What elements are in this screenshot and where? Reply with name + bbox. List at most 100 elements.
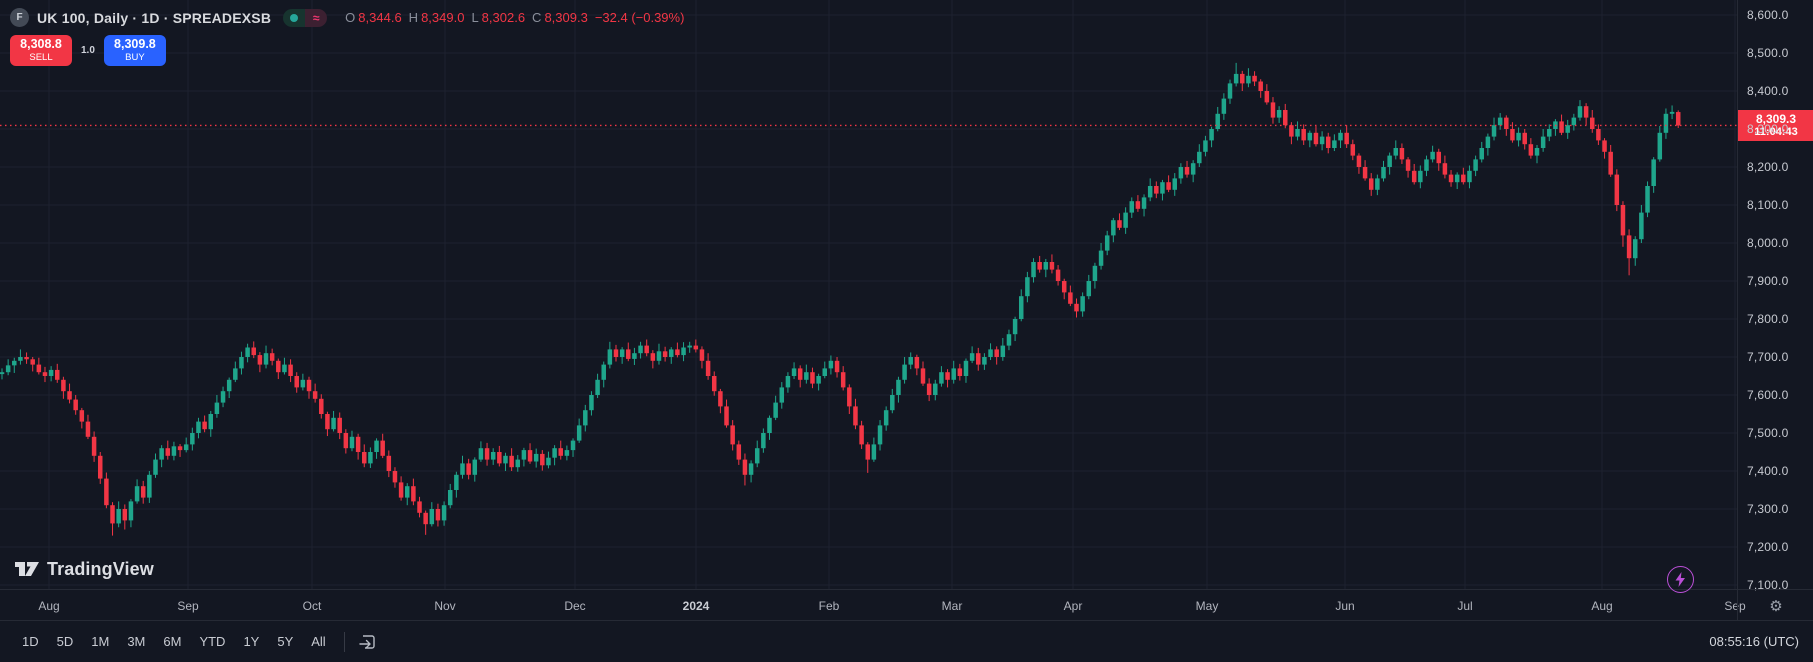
candle-body [1486,137,1491,148]
price-tick-label: 7,200.0 [1747,540,1788,554]
candle-body [18,357,23,361]
candle-body [558,448,563,456]
candle-body [380,441,385,456]
candle-body [313,391,318,399]
candle-body [356,437,361,452]
open-key: O [345,10,355,25]
candle-body [724,406,729,425]
range-button-1d[interactable]: 1D [14,630,47,653]
candle-body [1627,235,1632,258]
chart-pane[interactable] [0,0,1737,589]
candle-body [466,463,471,474]
candle-body [589,395,594,410]
candle-body [890,395,895,410]
candle-body [1461,175,1466,183]
market-status-pill[interactable]: ≈ [283,9,327,27]
spread-value: 1.0 [81,45,95,56]
candle-body [1664,114,1669,133]
candle-body [1044,262,1049,270]
candle-body [374,441,379,452]
candle-body [1166,182,1171,190]
price-tick-label: 8,200.0 [1747,160,1788,174]
candle-body [798,368,803,379]
candle-body [1093,266,1098,281]
candle-body [509,456,514,467]
candle-body [743,460,748,475]
go-to-date-button[interactable] [357,632,377,652]
sell-button[interactable]: 8,308.8 SELL [10,35,72,66]
candle-body [1676,112,1681,125]
candle-body [823,368,828,376]
range-button-all[interactable]: All [303,630,333,653]
candle-body [123,509,128,520]
candle-body [442,505,447,520]
candle-body [104,479,109,506]
candle-body [767,418,772,433]
candle-body [773,403,778,418]
candle-body [1283,110,1288,125]
candle-body [878,425,883,444]
candle-body [528,450,533,461]
range-button-3m[interactable]: 3M [119,630,153,653]
candle-body [307,380,312,391]
candle-body [1535,148,1540,156]
time-axis-corner[interactable]: ⚙ [1737,589,1813,621]
candle-body [110,505,115,523]
candle-body [1215,114,1220,129]
candle-body [927,384,932,395]
candle-body [227,380,232,391]
symbol-logo: F [10,8,29,27]
candle-body [1351,144,1356,155]
candle-body [1510,129,1515,140]
candle-body [1381,167,1386,178]
candle-body [1443,163,1448,174]
candle-body [835,361,840,372]
candle-body [1498,118,1503,126]
candle-body [1633,239,1638,258]
candle-body [872,444,877,459]
delayed-data-icon: ≈ [305,9,327,27]
candle-body [571,441,576,451]
low-key: L [471,10,478,25]
tradingview-mark-icon [14,557,40,581]
range-button-1y[interactable]: 1Y [235,630,267,653]
candle-body [958,368,963,376]
price-axis[interactable]: 8,309.3 11:04:43 8,600.08,500.08,400.08,… [1737,0,1813,589]
candle-body [847,387,852,406]
candle-body [1504,118,1509,129]
candle-body [1068,292,1073,303]
candle-body [147,475,152,498]
candle-body [1080,296,1085,311]
buy-button[interactable]: 8,309.8 BUY [104,35,166,66]
candle-body [473,460,478,475]
candle-body [1400,148,1405,159]
candle-body [1037,262,1042,270]
range-button-6m[interactable]: 6M [155,630,189,653]
candle-body [1105,235,1110,250]
clock-timezone[interactable]: 08:55:16 (UTC) [1709,634,1799,649]
buy-price: 8,309.8 [114,38,156,51]
range-button-5y[interactable]: 5Y [269,630,301,653]
change-value: −32.4 (−0.39%) [595,10,685,25]
candle-body [73,400,78,411]
price-tick-label: 8,300.0 [1747,122,1788,136]
candle-body [730,425,735,444]
range-button-5d[interactable]: 5D [49,630,82,653]
tradingview-logo[interactable]: TradingView [14,557,154,581]
symbol-title[interactable]: UK 100, Daily · 1D · SPREADEXSB [37,10,271,26]
ohlc-readout: O8,344.6 H8,349.0 L8,302.6 C8,309.3 −32.… [345,10,684,25]
candle-body [1234,74,1239,84]
range-button-1m[interactable]: 1M [83,630,117,653]
candle-body [393,471,398,482]
candle-body [1185,167,1190,175]
candle-body [141,486,146,497]
candle-body [1295,129,1300,137]
range-button-ytd[interactable]: YTD [191,630,233,653]
candle-body [982,357,987,365]
candle-body [1246,76,1251,84]
quick-trade-lightning-button[interactable] [1667,566,1694,593]
candle-body [209,414,214,429]
candle-body [638,346,643,354]
time-axis[interactable]: AugSepOctNovDec2024FebMarAprMayJunJulAug… [0,589,1737,621]
time-axis-settings-icon[interactable]: ⚙ [1769,597,1782,615]
